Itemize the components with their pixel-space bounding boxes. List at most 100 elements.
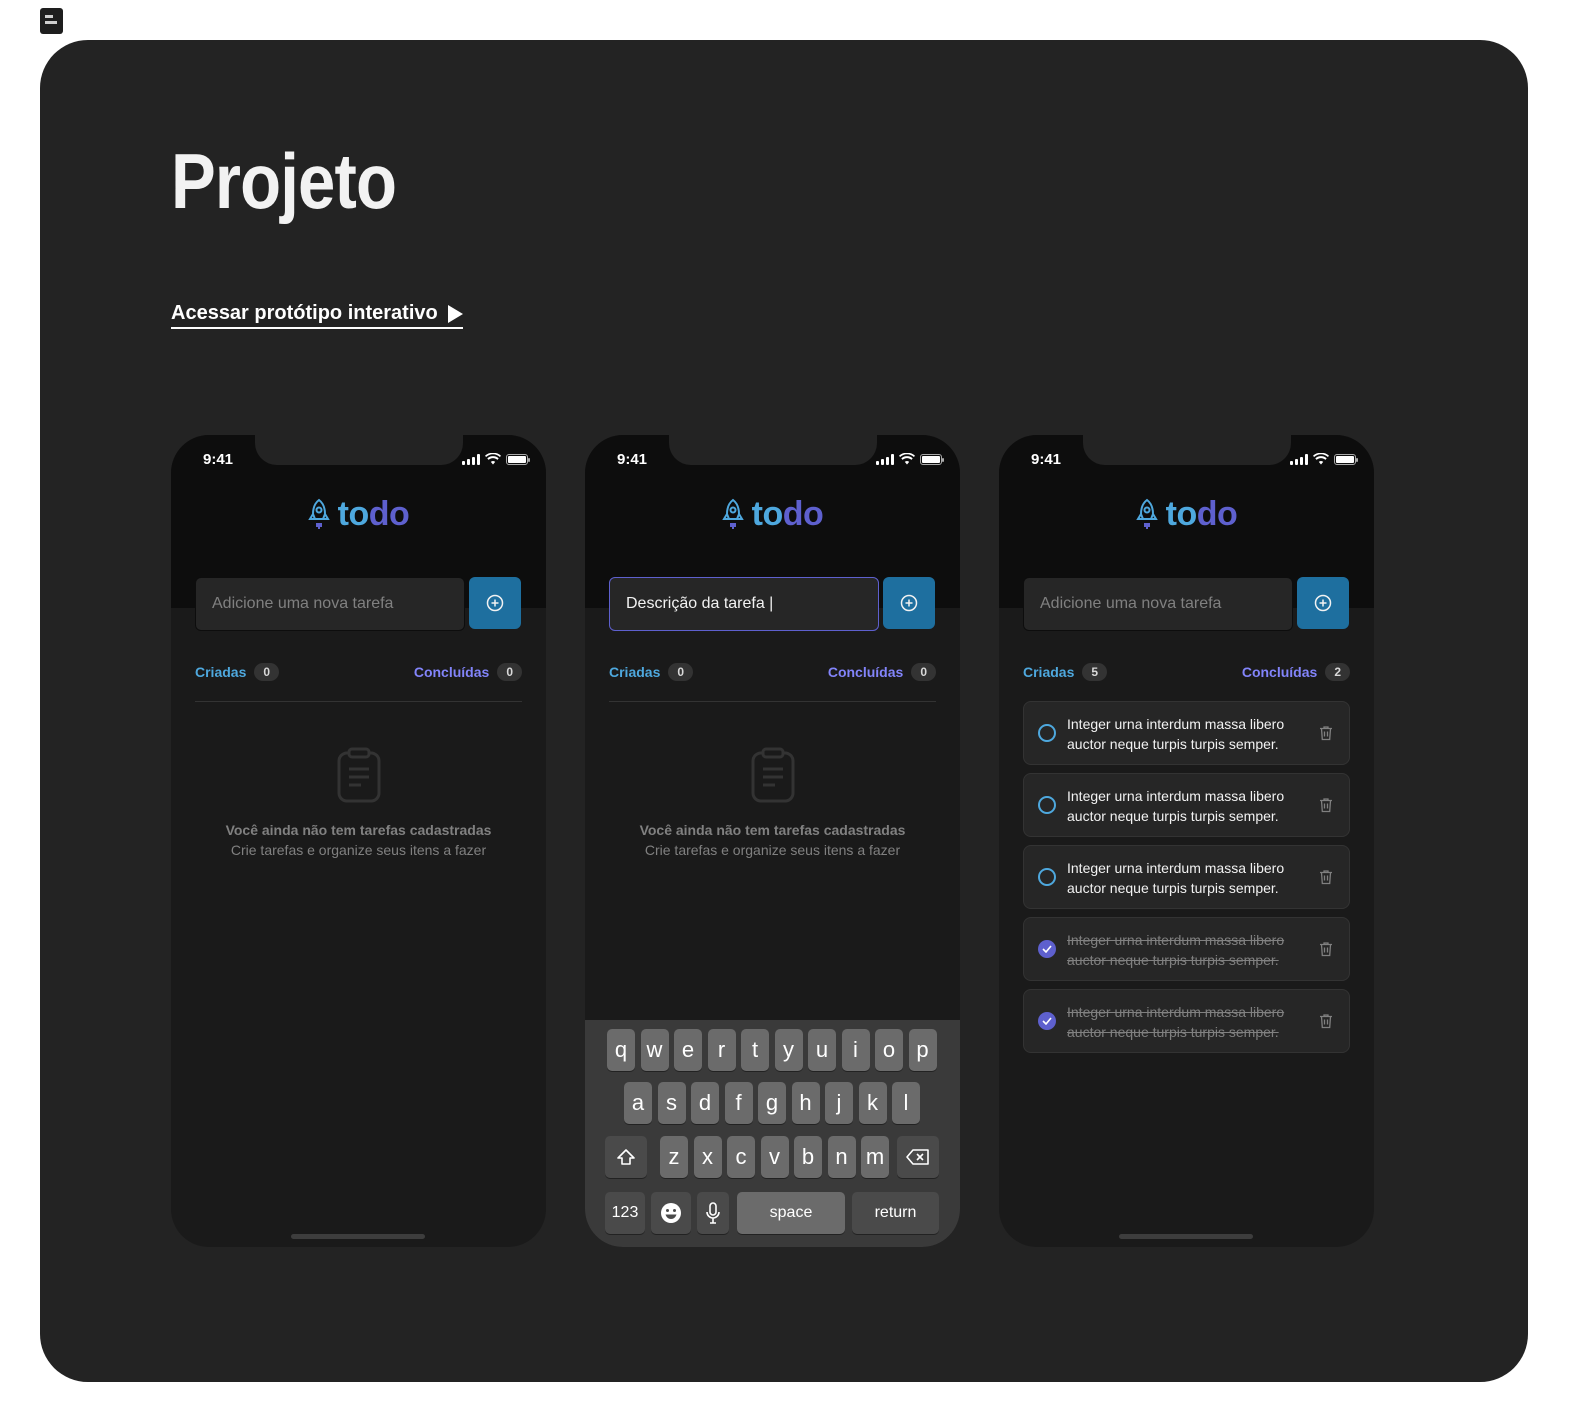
new-task-input-focused[interactable]: Descrição da tarefa | [609, 577, 879, 631]
empty-subtitle: Crie tarefas e organize seus itens a faz… [644, 842, 901, 858]
counters: Criadas 0 Concluídas 0 [609, 663, 936, 681]
space-key[interactable]: space [737, 1192, 845, 1234]
key-g[interactable]: g [758, 1082, 786, 1124]
signal-icon [1290, 453, 1308, 465]
delete-task-button[interactable] [1319, 1013, 1333, 1034]
empty-title: Você ainda não tem tarefas cadastradas [225, 822, 492, 838]
key-m[interactable]: m [861, 1136, 889, 1178]
created-count: 0 [668, 663, 694, 681]
key-w[interactable]: w [640, 1029, 669, 1071]
key-b[interactable]: b [794, 1136, 822, 1178]
key-k[interactable]: k [858, 1082, 887, 1124]
key-i[interactable]: i [841, 1029, 870, 1071]
trash-icon [1320, 942, 1332, 957]
add-task-button[interactable] [883, 577, 935, 629]
home-indicator[interactable] [1119, 1234, 1253, 1239]
checkbox[interactable] [1038, 796, 1056, 814]
prototype-link[interactable]: Acessar protótipo interativo [171, 302, 463, 329]
backspace-key[interactable] [897, 1136, 939, 1178]
new-task-input[interactable]: Adicione uma nova tarefa [195, 577, 465, 631]
mic-key[interactable] [697, 1192, 729, 1234]
app-logo: todo [999, 495, 1374, 534]
task-text: Integer urna interdum massa libero aucto… [1067, 1004, 1285, 1040]
phone-typing: 9:41 todo Descrição da tarefa | Criadas 0… [585, 435, 960, 1247]
done-label: Concluídas [413, 664, 490, 680]
key-q[interactable]: q [607, 1029, 635, 1071]
delete-task-button[interactable] [1319, 725, 1333, 746]
key-t[interactable]: t [741, 1029, 769, 1071]
microphone-icon [706, 1202, 720, 1224]
counters: Criadas 5 Concluídas 2 [1023, 663, 1350, 681]
divider [609, 701, 936, 702]
delete-task-button[interactable] [1319, 797, 1333, 818]
phone-empty: 9:41 todo Adicione uma nova tarefa Criad… [171, 435, 546, 1247]
plus-circle-icon [1314, 594, 1332, 612]
key-l[interactable]: l [892, 1082, 920, 1124]
key-h[interactable]: h [791, 1082, 820, 1124]
shift-key[interactable] [605, 1136, 647, 1178]
task-item: Integer urna interdum massa libero aucto… [1023, 701, 1350, 765]
key-d[interactable]: d [691, 1082, 719, 1124]
delete-task-button[interactable] [1319, 869, 1333, 890]
key-v[interactable]: v [760, 1136, 789, 1178]
key-n[interactable]: n [827, 1136, 856, 1178]
checkbox-checked[interactable] [1038, 1012, 1056, 1030]
key-x[interactable]: x [693, 1136, 722, 1178]
new-task-input[interactable]: Adicione uma nova tarefa [1023, 577, 1293, 631]
empty-state: Você ainda não tem tarefas cadastradas C… [171, 747, 546, 858]
empty-title: Você ainda não tem tarefas cadastradas [639, 822, 906, 838]
backspace-icon [906, 1149, 929, 1165]
key-r[interactable]: r [707, 1029, 736, 1071]
checkbox[interactable] [1038, 868, 1056, 886]
plus-circle-icon [486, 594, 504, 612]
check-icon [1042, 1017, 1052, 1025]
logo-to: to [1165, 495, 1198, 533]
created-count: 5 [1082, 663, 1108, 681]
battery-icon [506, 453, 530, 465]
return-key[interactable]: return [852, 1192, 939, 1234]
key-o[interactable]: o [875, 1029, 903, 1071]
checkbox[interactable] [1038, 724, 1056, 742]
key-s[interactable]: s [657, 1082, 686, 1124]
task-item: Integer urna interdum massa libero aucto… [1023, 845, 1350, 909]
status-icons [876, 453, 944, 465]
key-c[interactable]: c [727, 1136, 755, 1178]
emoji-key[interactable] [651, 1192, 691, 1234]
plus-circle-icon [900, 594, 918, 612]
created-label: Criadas [1023, 664, 1075, 680]
page-title: Projeto [171, 137, 397, 225]
add-task-button[interactable] [469, 577, 521, 629]
wifi-icon [1313, 453, 1329, 465]
key-u[interactable]: u [808, 1029, 836, 1071]
wifi-icon [899, 453, 915, 465]
logo-do: do [1196, 495, 1238, 533]
add-task-button[interactable] [1297, 577, 1349, 629]
notch [1083, 435, 1291, 465]
rocket-icon [1135, 498, 1158, 529]
signal-icon [462, 453, 480, 465]
battery-icon [920, 453, 944, 465]
key-j[interactable]: j [825, 1082, 853, 1124]
key-e[interactable]: e [674, 1029, 702, 1071]
file-icon [40, 8, 63, 34]
key-f[interactable]: f [724, 1082, 753, 1124]
done-counter: Concluídas 2 [1242, 663, 1350, 681]
key-y[interactable]: y [774, 1029, 803, 1071]
logo-to: to [337, 495, 370, 533]
key-a[interactable]: a [624, 1082, 652, 1124]
status-icons [462, 453, 530, 465]
done-counter: Concluídas 0 [828, 663, 936, 681]
task-item: Integer urna interdum massa libero aucto… [1023, 773, 1350, 837]
task-item: Integer urna interdum massa libero aucto… [1023, 989, 1350, 1053]
prototype-link-label: Acessar protótipo interativo [171, 302, 438, 324]
trash-icon [1320, 726, 1332, 741]
created-label: Criadas [609, 664, 661, 680]
key-p[interactable]: p [908, 1029, 937, 1071]
numbers-key[interactable]: 123 [605, 1192, 645, 1234]
home-indicator[interactable] [291, 1234, 425, 1239]
key-z[interactable]: z [660, 1136, 688, 1178]
emoji-icon [661, 1203, 681, 1223]
empty-state: Você ainda não tem tarefas cadastradas C… [585, 747, 960, 858]
delete-task-button[interactable] [1319, 941, 1333, 962]
checkbox-checked[interactable] [1038, 940, 1056, 958]
